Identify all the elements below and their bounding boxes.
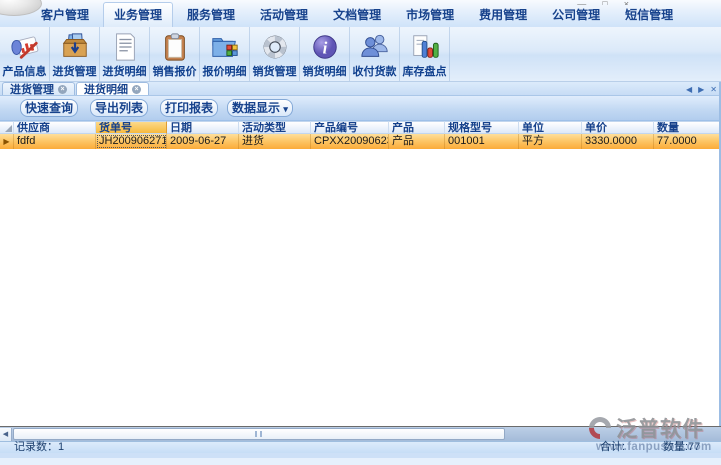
quick-search-button[interactable]: 快速查询 bbox=[20, 99, 78, 117]
toolbar-label: 销货管理 bbox=[253, 63, 297, 79]
menu-tab-expense[interactable]: 费用管理 bbox=[468, 2, 538, 27]
purchase-detail-doc-icon bbox=[109, 30, 141, 63]
tab-scroll-controls: ◀ ▶ ✕ bbox=[686, 85, 717, 94]
toolbar-item-inventory[interactable]: 库存盘点 bbox=[400, 27, 450, 81]
toolbar-label: 销售报价 bbox=[153, 63, 197, 79]
app-window: — □ × 客户管理 业务管理 服务管理 活动管理 文档管理 市场管理 费用管理… bbox=[0, 0, 721, 465]
menu-tab-document[interactable]: 文档管理 bbox=[322, 2, 392, 27]
action-button-bar: 快速查询 导出列表 打印报表 数据显示 ▾ bbox=[0, 96, 721, 121]
toolbar-item-sales-quote[interactable]: 销售报价 bbox=[150, 27, 200, 81]
watermark-brand-text: 泛普软件 bbox=[616, 413, 704, 443]
cell-unit-price[interactable]: 3330.0000 bbox=[582, 134, 654, 149]
menu-tab-market[interactable]: 市场管理 bbox=[395, 2, 465, 27]
menu-tab-company[interactable]: 公司管理 bbox=[541, 2, 611, 27]
tab-close-icon[interactable]: × bbox=[132, 85, 141, 94]
toolbar-item-product-info[interactable]: 产品信息 bbox=[0, 27, 50, 81]
sales-quote-clipboard-icon bbox=[159, 30, 191, 63]
select-all-cell[interactable] bbox=[0, 121, 14, 134]
menu-tab-service[interactable]: 服务管理 bbox=[176, 2, 246, 27]
window-titlebar: — □ × 客户管理 业务管理 服务管理 活动管理 文档管理 市场管理 费用管理… bbox=[0, 0, 721, 27]
cell-order-no[interactable]: JH2009062716... bbox=[96, 134, 167, 149]
data-display-dropdown[interactable]: 数据显示 ▾ bbox=[227, 99, 293, 117]
column-header-unit-price[interactable]: 单价 bbox=[582, 121, 654, 134]
toolbar-label: 收付货款 bbox=[353, 63, 397, 79]
row-pointer-icon: ▶ bbox=[3, 137, 9, 146]
column-header-spec-model[interactable]: 规格型号 bbox=[445, 121, 519, 134]
cell-unit[interactable]: 平方 bbox=[519, 134, 582, 149]
menu-tab-business[interactable]: 业务管理 bbox=[103, 2, 173, 27]
select-all-corner-icon bbox=[5, 125, 12, 132]
doc-tab-purchase-detail[interactable]: 进货明细 × bbox=[76, 82, 149, 95]
total-quantity-text: 数量:77 bbox=[663, 441, 700, 453]
svg-text:i: i bbox=[322, 38, 327, 57]
inventory-chart-icon bbox=[409, 30, 441, 63]
chevron-down-icon: ▾ bbox=[283, 104, 288, 114]
doc-tab-purchase-manage[interactable]: 进货管理 × bbox=[2, 82, 75, 95]
doc-tab-label: 进货管理 bbox=[10, 81, 54, 97]
bottom-strip-lower bbox=[0, 458, 721, 465]
cell-quantity[interactable]: 77.0000 bbox=[654, 134, 721, 149]
toolbar-item-purchase-manage[interactable]: 进货管理 bbox=[50, 27, 100, 81]
toolbar-label: 产品信息 bbox=[3, 63, 47, 79]
tab-close-icon[interactable]: × bbox=[58, 85, 67, 94]
quote-detail-folder-icon bbox=[209, 30, 241, 63]
cell-product-no[interactable]: CPXX20090623... bbox=[311, 134, 389, 149]
tab-next-icon[interactable]: ▶ bbox=[698, 85, 704, 94]
toolbar-item-sales-manage[interactable]: 销货管理 bbox=[250, 27, 300, 81]
row-selector-cell[interactable]: ▶ bbox=[0, 134, 14, 149]
toolbar-item-quote-detail[interactable]: 报价明细 bbox=[200, 27, 250, 81]
menu-tab-customer[interactable]: 客户管理 bbox=[30, 2, 100, 27]
column-header-product-no[interactable]: 产品编号 bbox=[311, 121, 389, 134]
toolbar-item-payments[interactable]: 收付货款 bbox=[350, 27, 400, 81]
column-header-product[interactable]: 产品 bbox=[389, 121, 445, 134]
grid-empty-area bbox=[0, 149, 721, 426]
toolbar-label: 销货明细 bbox=[303, 63, 347, 79]
toolbar-item-purchase-detail[interactable]: 进货明细 bbox=[100, 27, 150, 81]
column-header-supplier[interactable]: 供应商 bbox=[14, 121, 96, 134]
cell-activity-type[interactable]: 进货 bbox=[239, 134, 311, 149]
cell-product[interactable]: 产品 bbox=[389, 134, 445, 149]
doc-tab-label: 进货明细 bbox=[84, 81, 128, 97]
scroll-left-arrow-icon[interactable]: ◀ bbox=[0, 428, 12, 441]
sales-detail-info-icon: i bbox=[309, 30, 341, 63]
column-header-order-no[interactable]: 货单号 bbox=[96, 121, 167, 134]
main-menu-tab-bar: 客户管理 业务管理 服务管理 活动管理 文档管理 市场管理 费用管理 公司管理 … bbox=[30, 6, 684, 27]
toolbar-label: 进货管理 bbox=[53, 63, 97, 79]
product-info-icon bbox=[9, 30, 41, 63]
purchase-box-icon bbox=[59, 30, 91, 63]
sales-lifebuoy-icon bbox=[259, 30, 291, 63]
document-tab-strip: 进货管理 × 进货明细 × ◀ ▶ ✕ bbox=[0, 82, 721, 96]
tab-close-all-icon[interactable]: ✕ bbox=[710, 85, 717, 94]
data-display-label: 数据显示 bbox=[232, 101, 280, 115]
cell-spec-model[interactable]: 001001 bbox=[445, 134, 519, 149]
column-header-activity-type[interactable]: 活动类型 bbox=[239, 121, 311, 134]
total-label-text: 合计: bbox=[600, 441, 625, 453]
print-report-button[interactable]: 打印报表 bbox=[160, 99, 218, 117]
column-header-unit[interactable]: 单位 bbox=[519, 121, 582, 134]
toolbar-item-sales-detail[interactable]: i 销货明细 bbox=[300, 27, 350, 81]
record-count-text: 记录数：1 bbox=[14, 441, 64, 453]
scrollbar-thumb[interactable] bbox=[13, 428, 505, 440]
grid-header-row: 供应商 货单号 日期 活动类型 产品编号 产品 规格型号 单位 单价 数量 bbox=[0, 121, 721, 134]
toolbar-label: 库存盘点 bbox=[403, 63, 447, 79]
menu-tab-sms[interactable]: 短信管理 bbox=[614, 2, 684, 27]
toolbar-ribbon: 产品信息 进货管理 bbox=[0, 27, 721, 82]
scrollbar-grip-icon bbox=[255, 431, 262, 437]
export-list-button[interactable]: 导出列表 bbox=[90, 99, 148, 117]
column-header-quantity[interactable]: 数量 bbox=[654, 121, 721, 134]
tab-prev-icon[interactable]: ◀ bbox=[686, 85, 692, 94]
cell-supplier[interactable]: fdfd bbox=[14, 134, 96, 149]
toolbar-label: 报价明细 bbox=[203, 63, 247, 79]
table-row[interactable]: ▶ fdfd JH2009062716... 2009-06-27 进货 CPX… bbox=[0, 134, 721, 149]
toolbar-label: 进货明细 bbox=[103, 63, 147, 79]
menu-tab-activity[interactable]: 活动管理 bbox=[249, 2, 319, 27]
column-header-date[interactable]: 日期 bbox=[167, 121, 239, 134]
payments-people-icon bbox=[359, 30, 391, 63]
cell-date[interactable]: 2009-06-27 bbox=[167, 134, 239, 149]
